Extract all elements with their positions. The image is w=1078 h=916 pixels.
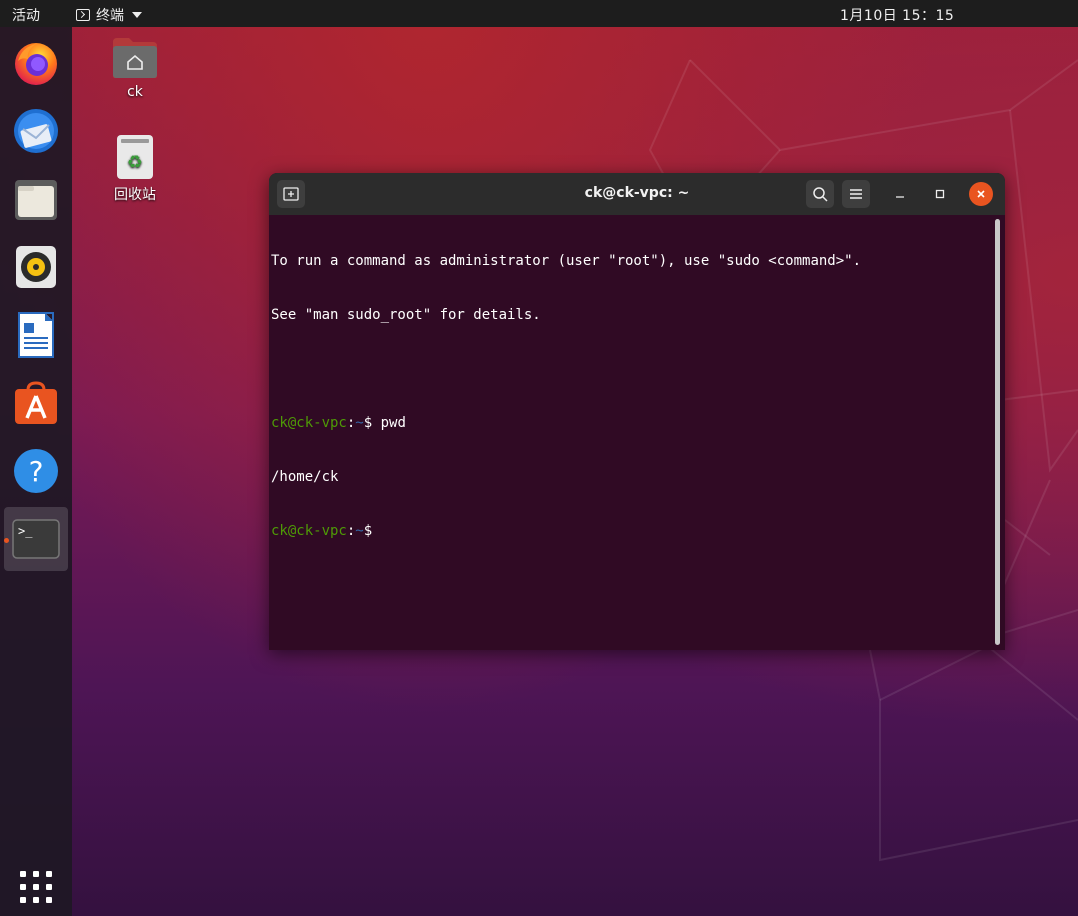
svg-text:>_: >_	[18, 524, 33, 538]
prompt-command: $ pwd	[363, 415, 406, 431]
thunderbird-icon	[14, 109, 58, 153]
caret-down-icon	[132, 12, 142, 18]
hamburger-menu-icon	[850, 189, 862, 199]
dock-item-writer[interactable]	[10, 309, 62, 361]
clock[interactable]: 1月10日 15：15	[840, 5, 954, 25]
running-indicator	[4, 538, 9, 543]
maximize-button[interactable]	[928, 182, 952, 206]
prompt-command: $	[363, 523, 381, 539]
dock-item-help[interactable]: ?	[10, 445, 62, 497]
svg-text:?: ?	[29, 455, 44, 488]
app-menu-label: 终端	[96, 8, 124, 24]
terminal-output-line: /home/ck	[271, 469, 339, 485]
menu-button[interactable]	[842, 180, 870, 208]
writer-icon	[18, 312, 54, 358]
home-folder-icon	[113, 38, 157, 78]
terminal-prompt-line: ck@ck-vpc:~$	[271, 522, 991, 540]
help-icon: ?	[14, 449, 58, 493]
terminal-window[interactable]: ck@ck-vpc: ~ To run a command as adminis…	[269, 173, 1005, 650]
app-menu[interactable]: 终端	[76, 5, 142, 25]
home-folder-label: ck	[127, 84, 143, 100]
title-bar[interactable]: ck@ck-vpc: ~	[269, 173, 1005, 215]
trash-label: 回收站	[114, 187, 156, 203]
terminal-line: See "man sudo_root" for details.	[271, 307, 541, 323]
firefox-icon	[15, 43, 57, 85]
trash-icon: ♻	[117, 135, 153, 179]
search-icon	[813, 187, 828, 202]
rhythmbox-icon	[16, 246, 56, 288]
terminal-icon	[76, 9, 90, 21]
top-bar: 活动 终端 1月10日 15：15	[0, 0, 1078, 27]
dock: ? >_	[0, 27, 72, 916]
files-icon	[15, 180, 57, 220]
software-store-icon	[15, 381, 57, 424]
dock-item-ubuntu-software[interactable]	[10, 377, 62, 429]
terminal-line: To run a command as administrator (user …	[271, 253, 862, 269]
close-button[interactable]	[969, 182, 993, 206]
terminal-output[interactable]: To run a command as administrator (user …	[271, 216, 991, 646]
scrollbar[interactable]	[995, 219, 1000, 645]
activities-button[interactable]: 活动	[12, 5, 40, 25]
dock-item-thunderbird[interactable]	[10, 105, 62, 157]
dock-item-terminal[interactable]: >_	[4, 507, 68, 571]
terminal-prompt-line: ck@ck-vpc:~$ pwd	[271, 414, 991, 432]
terminal-icon: >_	[12, 519, 60, 559]
dock-item-rhythmbox[interactable]	[10, 241, 62, 293]
svg-text:♻: ♻	[127, 152, 143, 173]
prompt-path: ~	[355, 415, 364, 431]
desktop-home-folder[interactable]: ck	[95, 36, 175, 100]
prompt-path: ~	[355, 523, 364, 539]
minimize-icon	[896, 196, 904, 198]
maximize-icon	[935, 189, 945, 199]
desktop-trash[interactable]: ♻ 回收站	[95, 134, 175, 204]
dock-item-files[interactable]	[10, 173, 62, 225]
close-icon	[977, 190, 985, 198]
prompt-user-host: ck@ck-vpc	[271, 523, 347, 539]
search-button[interactable]	[806, 180, 834, 208]
dock-item-firefox[interactable]	[10, 37, 62, 89]
minimize-button[interactable]	[888, 182, 912, 206]
show-applications-button[interactable]	[20, 871, 52, 903]
prompt-user-host: ck@ck-vpc	[271, 415, 347, 431]
